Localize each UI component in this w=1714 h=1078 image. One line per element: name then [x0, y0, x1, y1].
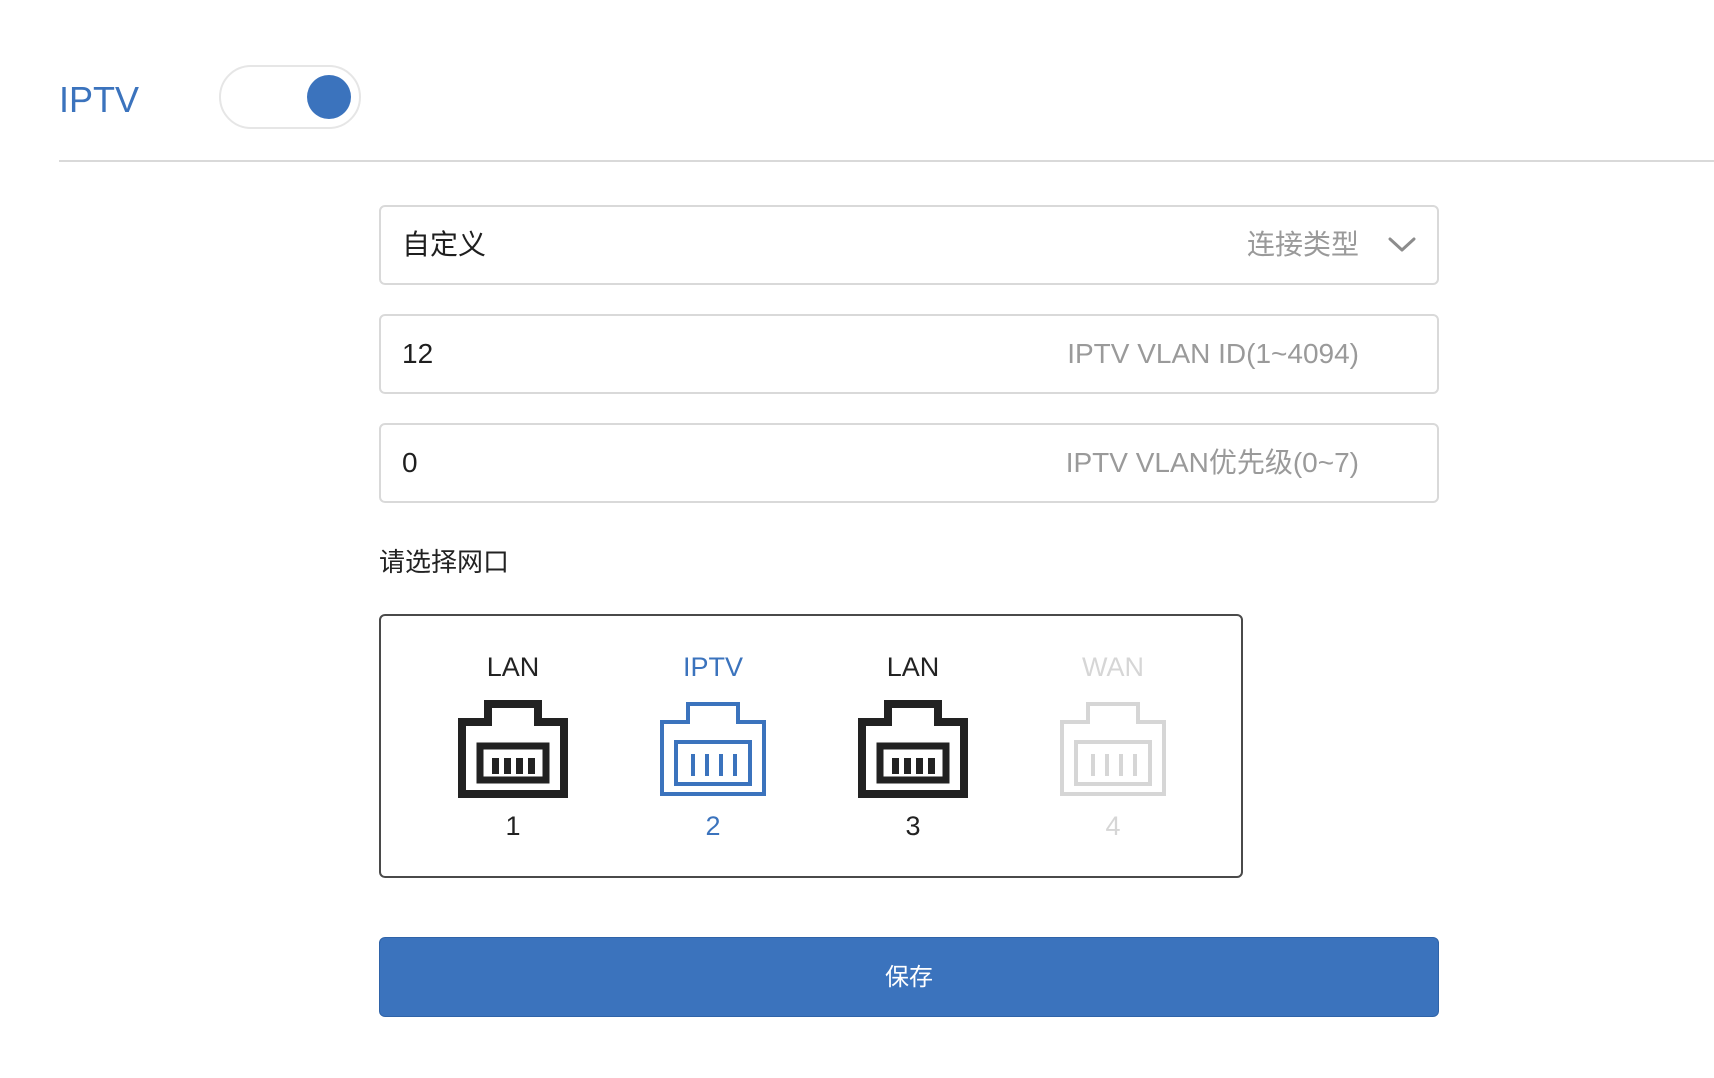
port-4: WAN 4 — [1043, 616, 1183, 876]
port-select-label: 请选择网口 — [379, 548, 510, 578]
ethernet-port-icon — [1060, 702, 1166, 796]
port-name: LAN — [486, 652, 540, 682]
port-number: 4 — [1105, 811, 1121, 841]
port-number: 1 — [505, 811, 521, 841]
divider — [59, 160, 1714, 162]
connection-type-label: 连接类型 — [1246, 229, 1359, 260]
ethernet-port-icon — [458, 700, 568, 798]
toggle-knob — [307, 75, 351, 119]
port-name: IPTV — [682, 652, 743, 682]
vlan-priority-field[interactable]: IPTV VLAN优先级(0~7) — [379, 423, 1439, 503]
port-selector: LAN 1 IPTV 2 LAN 3 WAN 4 — [379, 614, 1243, 878]
connection-type-select[interactable]: 自定义 连接类型 — [379, 205, 1439, 285]
port-number: 2 — [705, 811, 721, 841]
port-3[interactable]: LAN 3 — [843, 616, 983, 876]
vlan-id-field[interactable]: IPTV VLAN ID(1~4094) — [379, 314, 1439, 394]
ethernet-port-icon — [858, 700, 968, 798]
port-2[interactable]: IPTV 2 — [643, 616, 783, 876]
port-1[interactable]: LAN 1 — [443, 616, 583, 876]
port-name: LAN — [886, 652, 940, 682]
connection-type-value: 自定义 — [402, 228, 487, 261]
page-title: IPTV — [59, 79, 140, 120]
ethernet-port-icon — [660, 702, 766, 796]
port-name: WAN — [1082, 652, 1144, 682]
vlan-id-input[interactable] — [381, 316, 1437, 392]
vlan-priority-input[interactable] — [381, 425, 1437, 501]
port-number: 3 — [905, 811, 921, 841]
iptv-toggle[interactable] — [219, 65, 361, 129]
chevron-down-icon — [1388, 237, 1416, 252]
save-button[interactable]: 保存 — [379, 937, 1439, 1017]
